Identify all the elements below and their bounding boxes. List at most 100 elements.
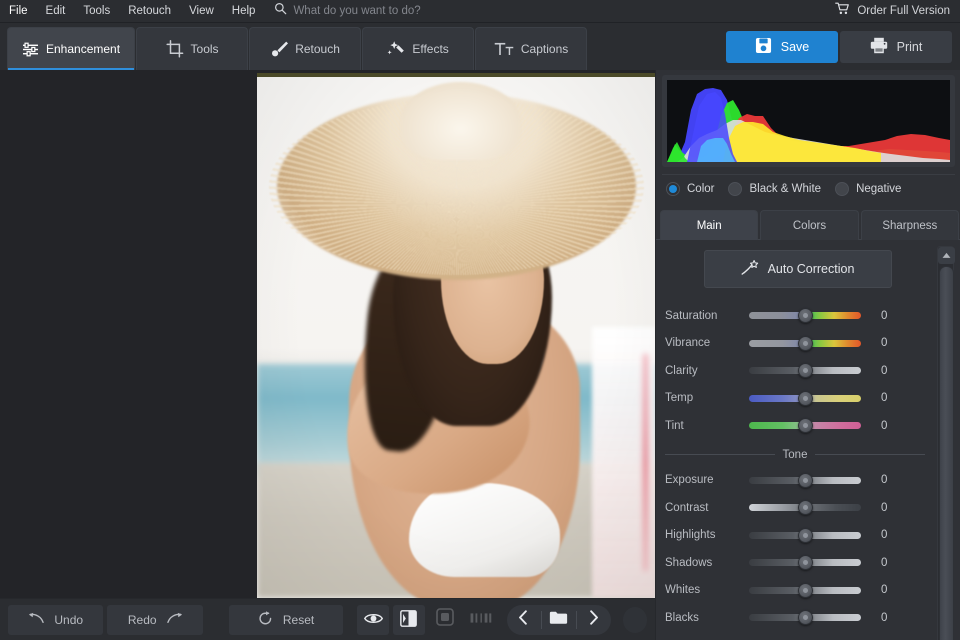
search-box[interactable]: What do you want to do? (274, 2, 420, 20)
slider-knob-whites[interactable] (798, 583, 813, 598)
radio-black-and-white[interactable] (728, 182, 742, 196)
adjustment-controls: Auto Correction Saturation 0 Vibrance 0 … (656, 240, 939, 640)
slider-row-contrast: Contrast 0 (656, 494, 939, 522)
slider-knob-clarity[interactable] (798, 363, 813, 378)
slider-label-shadows: Shadows (665, 557, 749, 569)
slider-track-whites[interactable] (749, 587, 861, 594)
menu-item-file[interactable]: File (0, 0, 37, 22)
slider-row-whites: Whites 0 (656, 577, 939, 605)
auto-correction-button[interactable]: Auto Correction (704, 250, 892, 288)
slider-knob-tint[interactable] (798, 418, 813, 433)
order-full-version-button[interactable]: Order Full Version (835, 2, 960, 20)
reset-button[interactable]: Reset (229, 605, 343, 635)
image-canvas[interactable] (0, 70, 655, 598)
panel-tab-colors[interactable]: Colors (760, 210, 858, 240)
redo-button[interactable]: Redo (107, 605, 202, 635)
preview-toggle-button[interactable] (357, 605, 389, 635)
slider-value-exposure: 0 (865, 474, 899, 486)
reset-circle-icon (258, 611, 273, 629)
fit-to-screen-button[interactable] (429, 605, 461, 635)
slider-row-saturation: Saturation 0 (656, 302, 939, 330)
bottom-toolbar: Undo Redo Reset (0, 598, 655, 640)
slider-label-clarity: Clarity (665, 365, 749, 377)
tab-retouch-label: Retouch (295, 42, 340, 56)
slider-track-shadows[interactable] (749, 559, 861, 566)
slider-knob-highlights[interactable] (798, 528, 813, 543)
histogram (667, 80, 950, 162)
slider-knob-temp[interactable] (798, 391, 813, 406)
mode-color-label: Color (687, 183, 714, 195)
adjustments-panel: Color Black & White Negative Main Colors… (655, 70, 960, 640)
panel-scrollbar[interactable] (937, 246, 954, 640)
menu-item-retouch[interactable]: Retouch (119, 0, 180, 22)
save-button[interactable]: Save (726, 31, 838, 63)
menu-bar: File Edit Tools Retouch View Help What d… (0, 0, 960, 23)
scrollbar-thumb[interactable] (939, 266, 954, 640)
tone-section-title: Tone (783, 449, 808, 461)
actual-size-button[interactable] (465, 605, 497, 635)
radio-negative[interactable] (835, 182, 849, 196)
tab-tools[interactable]: Tools (136, 27, 248, 70)
slider-knob-vibrance[interactable] (798, 336, 813, 351)
save-label: Save (781, 40, 810, 54)
image-navigation-group (507, 605, 611, 635)
tab-captions-label: Captions (521, 42, 568, 56)
undo-button[interactable]: Undo (8, 605, 103, 635)
tone-section-header: Tone (665, 449, 925, 461)
text-icon (494, 41, 514, 57)
tab-effects[interactable]: Effects (362, 27, 474, 70)
slider-knob-saturation[interactable] (798, 308, 813, 323)
tab-retouch[interactable]: Retouch (249, 27, 361, 70)
slider-track-contrast[interactable] (749, 504, 861, 511)
next-image-button[interactable] (577, 605, 611, 635)
slider-track-tint[interactable] (749, 422, 861, 429)
slider-row-blacks: Blacks 0 (656, 604, 939, 632)
tab-enhancement[interactable]: Enhancement (7, 27, 135, 70)
slider-knob-blacks[interactable] (798, 610, 813, 625)
slider-track-temp[interactable] (749, 395, 861, 402)
slider-value-temp: 0 (865, 392, 899, 404)
tab-captions[interactable]: Captions (475, 27, 587, 70)
mode-black-and-white[interactable]: Black & White (728, 182, 821, 196)
slider-knob-exposure[interactable] (798, 473, 813, 488)
slider-row-temp: Temp 0 (656, 385, 939, 413)
photo-frame[interactable] (257, 73, 656, 598)
slider-track-blacks[interactable] (749, 614, 861, 621)
menu-item-help[interactable]: Help (223, 0, 265, 22)
menu-item-tools[interactable]: Tools (74, 0, 119, 22)
cart-icon (835, 2, 850, 20)
print-label: Print (897, 40, 923, 54)
menu-item-view[interactable]: View (180, 0, 223, 22)
slider-track-vibrance[interactable] (749, 340, 861, 347)
slider-row-clarity: Clarity 0 (656, 357, 939, 385)
slider-knob-shadows[interactable] (798, 555, 813, 570)
slider-label-saturation: Saturation (665, 310, 749, 322)
slider-knob-contrast[interactable] (798, 500, 813, 515)
radio-color[interactable] (666, 182, 680, 196)
slider-track-exposure[interactable] (749, 477, 861, 484)
mode-negative[interactable]: Negative (835, 182, 901, 196)
previous-image-button[interactable] (507, 605, 541, 635)
slider-track-highlights[interactable] (749, 532, 861, 539)
undo-label: Undo (54, 613, 83, 627)
panel-tab-main[interactable]: Main (660, 210, 758, 240)
slider-value-saturation: 0 (865, 310, 899, 322)
open-file-button[interactable] (542, 605, 576, 635)
slider-row-vibrance: Vibrance 0 (656, 330, 939, 358)
eye-icon (364, 612, 383, 628)
rotate-handle[interactable] (623, 607, 647, 633)
slider-track-clarity[interactable] (749, 367, 861, 374)
reset-label: Reset (283, 613, 314, 627)
photo-editor-window: File Edit Tools Retouch View Help What d… (0, 0, 960, 640)
scroll-up-arrow-icon[interactable] (938, 247, 955, 264)
tab-enhancement-label: Enhancement (46, 42, 120, 56)
mode-black-and-white-label: Black & White (749, 183, 821, 195)
print-button[interactable]: Print (840, 31, 952, 63)
slider-track-saturation[interactable] (749, 312, 861, 319)
compare-toggle-button[interactable] (393, 605, 425, 635)
slider-label-highlights: Highlights (665, 529, 749, 541)
menu-item-edit[interactable]: Edit (37, 0, 75, 22)
panel-tab-sharpness[interactable]: Sharpness (861, 210, 959, 240)
mode-color[interactable]: Color (666, 182, 714, 196)
slider-value-clarity: 0 (865, 365, 899, 377)
